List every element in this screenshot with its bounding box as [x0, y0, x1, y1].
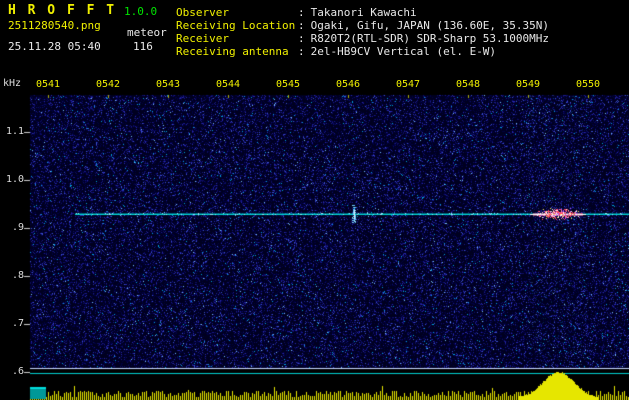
- xtick-label: 0542: [95, 79, 121, 90]
- xtick-label: 0543: [155, 79, 181, 90]
- filename-label: 2511280540.png: [8, 19, 101, 32]
- info-row-location: Receiving Location: Ogaki, Gifu, JAPAN (1…: [176, 19, 549, 32]
- app-title: H R O F F T: [8, 3, 117, 18]
- ytick-label: .7: [11, 318, 24, 329]
- xtick-label: 0541: [35, 79, 61, 90]
- info-colon: :: [298, 19, 305, 32]
- ytick-label: 1.0: [5, 174, 24, 185]
- mode-label: meteor: [127, 26, 167, 39]
- info-value: Ogaki, Gifu, JAPAN (136.60E, 35.35N): [310, 19, 550, 32]
- event-count: 116: [133, 40, 153, 53]
- xtick-label: 0549: [515, 79, 541, 90]
- info-label: Observer: [176, 6, 229, 19]
- info-colon: :: [298, 32, 305, 45]
- info-row-receiver: Receiver: R820T2(RTL-SDR) SDR-Sharp 53.10…: [176, 32, 549, 45]
- info-colon: :: [298, 45, 305, 58]
- info-label: Receiving antenna: [176, 45, 289, 58]
- info-value: R820T2(RTL-SDR) SDR-Sharp 53.1000MHz: [310, 32, 550, 45]
- version-label: 1.0.0: [124, 5, 158, 18]
- ytick-label: 1.1: [5, 126, 24, 137]
- ytick-label: .8: [11, 270, 24, 281]
- xtick-label: 0545: [275, 79, 301, 90]
- info-label: Receiver: [176, 32, 229, 45]
- ytick-label: .9: [11, 222, 24, 233]
- xtick-label: 0548: [455, 79, 481, 90]
- info-value: 2el-HB9CV Vertical (el. E-W): [310, 45, 497, 58]
- xtick-label: 0550: [575, 79, 601, 90]
- datetime-label: 25.11.28 05:40: [8, 40, 101, 53]
- xtick-label: 0546: [335, 79, 361, 90]
- xtick-label: 0544: [215, 79, 241, 90]
- info-value: Takanori Kawachi: [310, 6, 417, 19]
- info-label: Receiving Location: [176, 19, 296, 32]
- ytick-label: .6: [11, 366, 24, 377]
- y-axis-unit: kHz: [3, 78, 22, 89]
- spectrogram-canvas: [0, 70, 629, 400]
- info-row-observer: Observer: Takanori Kawachi: [176, 6, 549, 19]
- info-colon: :: [298, 6, 305, 19]
- hrofft-window: H R O F F T 1.0.0 2511280540.png meteor …: [0, 0, 629, 400]
- station-info: Observer: Takanori Kawachi Receiving Loca…: [176, 6, 549, 58]
- xtick-label: 0547: [395, 79, 421, 90]
- info-row-antenna: Receiving antenna:2el-HB9CV Vertical (el…: [176, 45, 549, 58]
